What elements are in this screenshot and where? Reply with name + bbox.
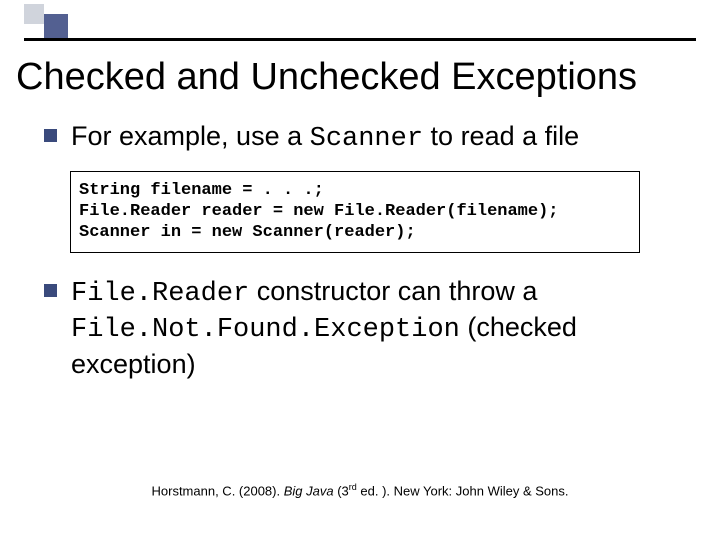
slide-title: Checked and Unchecked Exceptions: [16, 56, 704, 99]
decorative-square-light: [24, 4, 44, 24]
bullet-text-1: For example, use a Scanner to read a fil…: [71, 120, 579, 157]
code-line-3: Scanner in = new Scanner(reader);: [79, 222, 631, 243]
bullet1-suffix: to read a file: [423, 121, 579, 151]
citation-edition-sup: rd: [349, 482, 357, 492]
slide-header: [0, 0, 720, 50]
code-line-1: String filename = . . .;: [79, 180, 631, 201]
citation-title: Big Java: [284, 483, 334, 498]
bullet-icon: [44, 129, 57, 142]
bullet1-prefix: For example, use a: [71, 121, 310, 151]
decorative-square-dark: [44, 14, 68, 38]
slide-content: For example, use a Scanner to read a fil…: [44, 120, 676, 396]
bullet-icon: [44, 284, 57, 297]
bullet2-code2: File.Not.Found.Exception: [71, 315, 460, 345]
code-block: String filename = . . .; File.Reader rea…: [70, 171, 640, 253]
bullet-text-2: File.Reader constructor can throw a File…: [71, 275, 676, 382]
bullet1-code: Scanner: [310, 124, 423, 154]
code-line-2: File.Reader reader = new File.Reader(fil…: [79, 201, 631, 222]
bullet-item-1: For example, use a Scanner to read a fil…: [44, 120, 676, 157]
citation-edition-open: (3: [334, 483, 349, 498]
bullet-item-2: File.Reader constructor can throw a File…: [44, 275, 676, 382]
citation: Horstmann, C. (2008). Big Java (3rd ed. …: [0, 482, 720, 498]
citation-edition-close: ed. ). New York: John Wiley & Sons.: [357, 483, 569, 498]
bullet2-mid1: constructor can throw a: [249, 276, 537, 306]
header-rule: [24, 38, 696, 41]
citation-author: Horstmann, C. (2008).: [152, 483, 284, 498]
bullet2-code1: File.Reader: [71, 279, 249, 309]
